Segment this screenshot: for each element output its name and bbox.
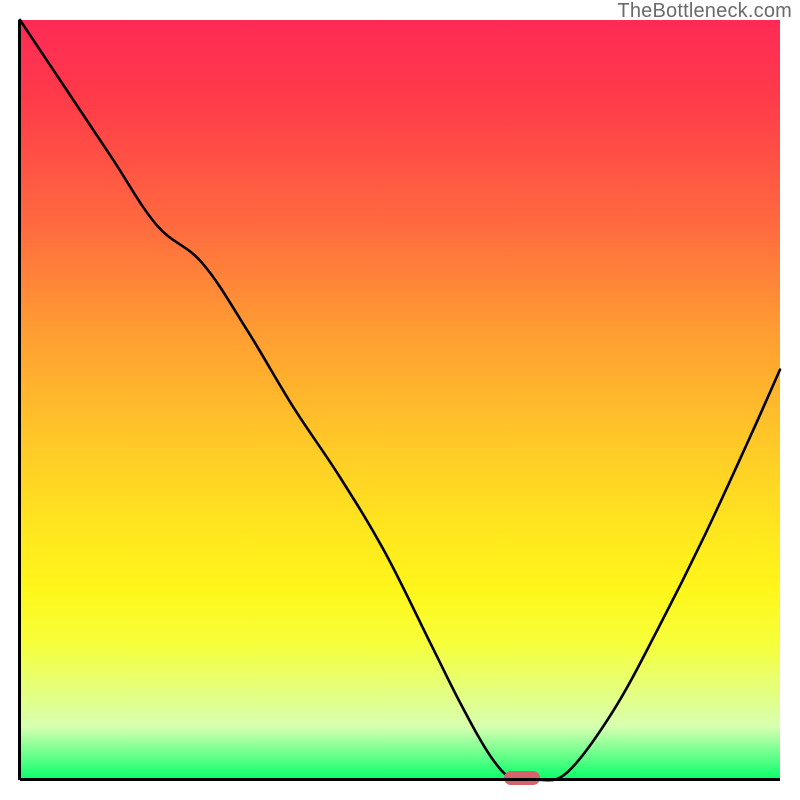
- chart-container: TheBottleneck.com: [0, 0, 800, 800]
- x-axis: [20, 778, 780, 781]
- bottleneck-curve: [20, 20, 780, 780]
- y-axis: [18, 20, 21, 780]
- watermark-text: TheBottleneck.com: [617, 0, 792, 23]
- plot-area: [20, 20, 780, 780]
